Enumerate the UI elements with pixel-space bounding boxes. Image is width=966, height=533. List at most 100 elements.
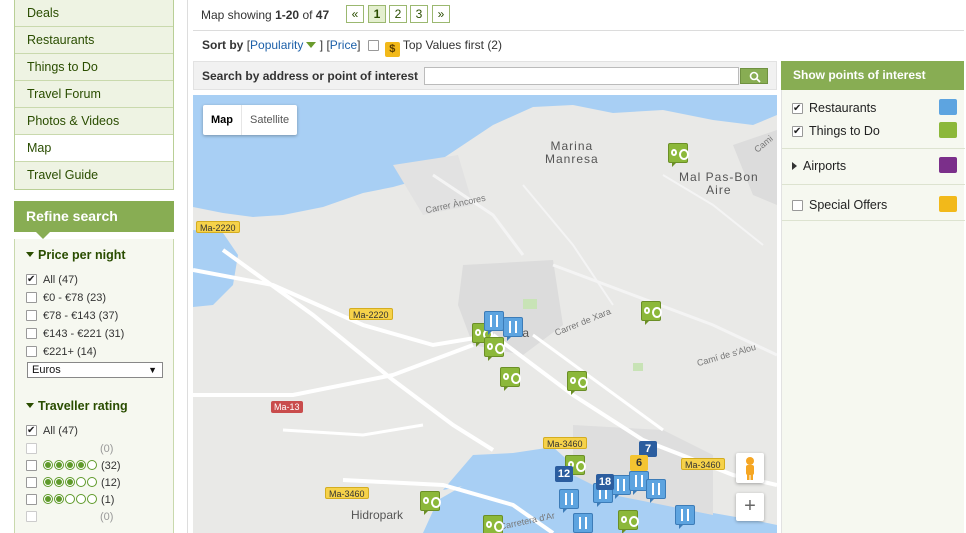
road-tag: Ma-3460 bbox=[325, 487, 369, 499]
dropdown-caret-icon: ▼ bbox=[148, 365, 157, 375]
things-to-do-marker[interactable] bbox=[500, 367, 521, 391]
restaurant-marker[interactable] bbox=[646, 479, 666, 503]
restaurant-icon bbox=[939, 99, 957, 115]
map-showing-text: Map showing 1-20 of 47 bbox=[201, 8, 330, 22]
checkbox bbox=[26, 443, 37, 454]
price-option-all[interactable]: All (47) bbox=[26, 272, 78, 288]
pager-first-button[interactable]: « bbox=[346, 5, 364, 23]
rating-bubbles-icon bbox=[43, 476, 98, 492]
dollar-icon: $ bbox=[384, 42, 400, 57]
price-filter-title[interactable]: Price per night bbox=[26, 248, 126, 262]
left-nav: Deals Restaurants Things to Do Travel Fo… bbox=[14, 0, 174, 190]
binoculars-icon bbox=[939, 122, 957, 138]
road-tag: Ma-3460 bbox=[543, 437, 587, 449]
nav-item-things-to-do[interactable]: Things to Do bbox=[15, 54, 173, 81]
map-type-switch: Map Satellite bbox=[203, 105, 298, 135]
price-option-2[interactable]: €78 - €143 (37) bbox=[26, 308, 118, 324]
things-to-do-marker[interactable] bbox=[420, 491, 441, 515]
checkbox bbox=[26, 511, 37, 522]
poi-things-to-do[interactable]: Things to Do bbox=[792, 122, 957, 140]
rating-option-2[interactable]: (1) bbox=[26, 492, 114, 508]
pager-next-button[interactable]: » bbox=[432, 5, 450, 23]
search-label: Search by address or point of interest bbox=[202, 69, 419, 83]
map-type-map-button[interactable]: Map bbox=[203, 105, 242, 135]
checkbox[interactable] bbox=[26, 272, 37, 288]
nav-item-restaurants[interactable]: Restaurants bbox=[15, 27, 173, 54]
street-view-pegman-icon[interactable] bbox=[736, 453, 764, 483]
nav-item-deals[interactable]: Deals bbox=[15, 0, 173, 27]
map-type-satellite-button[interactable]: Satellite bbox=[242, 105, 297, 135]
road-tag: Ma-3460 bbox=[681, 458, 725, 470]
things-to-do-marker[interactable] bbox=[641, 301, 662, 325]
pager-page-2[interactable]: 2 bbox=[389, 5, 407, 23]
map-search-bar: Search by address or point of interest bbox=[193, 61, 777, 90]
zoom-in-button[interactable]: + bbox=[736, 493, 764, 521]
checkbox[interactable] bbox=[26, 423, 37, 439]
things-to-do-marker[interactable] bbox=[484, 337, 505, 361]
search-input[interactable] bbox=[424, 67, 739, 85]
pager-page-1[interactable]: 1 bbox=[368, 5, 386, 23]
pager-page-3[interactable]: 3 bbox=[410, 5, 428, 23]
restaurant-marker[interactable] bbox=[484, 311, 504, 335]
refine-search-header: Refine search bbox=[14, 201, 174, 232]
nav-item-photos-videos[interactable]: Photos & Videos bbox=[15, 108, 173, 135]
checkbox[interactable] bbox=[26, 477, 37, 488]
things-to-do-marker[interactable] bbox=[567, 371, 588, 395]
nav-item-map[interactable]: Map bbox=[15, 135, 173, 162]
sort-desc-icon bbox=[306, 42, 317, 48]
divider bbox=[782, 148, 965, 149]
restaurant-marker[interactable] bbox=[611, 475, 631, 499]
currency-select[interactable]: Euros ▼ bbox=[27, 362, 163, 378]
sort-bar: Sort by [Popularity ] [Price] $ Top Value… bbox=[202, 38, 502, 57]
things-to-do-marker[interactable] bbox=[618, 510, 639, 533]
restaurant-marker[interactable] bbox=[503, 317, 523, 341]
price-option-3[interactable]: €143 - €221 (31) bbox=[26, 326, 124, 342]
poi-restaurants[interactable]: Restaurants bbox=[792, 99, 957, 117]
checkbox[interactable] bbox=[26, 346, 37, 357]
refine-pointer bbox=[36, 232, 50, 239]
map-canvas[interactable]: Map Satellite Marina Manresa Mal Pas-Bon… bbox=[193, 95, 777, 533]
restaurant-marker[interactable] bbox=[573, 513, 593, 533]
things-to-do-marker[interactable] bbox=[483, 515, 504, 533]
hotel-marker[interactable]: 12 bbox=[555, 466, 573, 482]
sort-popularity-link[interactable]: Popularity bbox=[250, 38, 303, 52]
hotel-marker[interactable]: 18 bbox=[596, 474, 614, 490]
divider bbox=[782, 184, 965, 185]
restaurant-marker[interactable] bbox=[559, 489, 579, 513]
checkbox[interactable] bbox=[792, 200, 803, 211]
price-option-4[interactable]: €221+ (14) bbox=[26, 344, 97, 360]
rating-filter-title[interactable]: Traveller rating bbox=[26, 399, 128, 413]
collapse-triangle-icon bbox=[26, 252, 34, 257]
pegman-icon bbox=[746, 457, 754, 480]
checkbox[interactable] bbox=[26, 292, 37, 303]
price-option-1[interactable]: €0 - €78 (23) bbox=[26, 290, 106, 306]
checkbox[interactable] bbox=[792, 101, 803, 117]
search-button[interactable] bbox=[740, 68, 768, 84]
rating-option-all[interactable]: All (47) bbox=[26, 423, 78, 439]
rating-bubbles-icon bbox=[43, 493, 98, 509]
poi-panel: Restaurants Things to Do Airports Specia… bbox=[781, 90, 965, 533]
nav-item-travel-guide[interactable]: Travel Guide bbox=[15, 162, 173, 189]
search-icon bbox=[749, 71, 761, 83]
place-label-marina-manresa: Marina Manresa bbox=[545, 139, 599, 166]
checkbox[interactable] bbox=[26, 460, 37, 471]
checkbox[interactable] bbox=[26, 310, 37, 321]
nav-item-travel-forum[interactable]: Travel Forum bbox=[15, 81, 173, 108]
hotel-marker[interactable]: 6 bbox=[630, 455, 648, 471]
checkbox[interactable] bbox=[792, 124, 803, 140]
top-values-checkbox[interactable] bbox=[367, 40, 379, 51]
rating-option-3[interactable]: (12) bbox=[26, 475, 121, 491]
rating-bubbles-icon bbox=[43, 459, 98, 475]
rating-option-5: (0) bbox=[26, 441, 113, 457]
poi-airports[interactable]: Airports bbox=[792, 157, 957, 174]
sort-price-link[interactable]: Price bbox=[330, 38, 357, 52]
checkbox[interactable] bbox=[26, 328, 37, 339]
poi-special-offers[interactable]: Special Offers bbox=[792, 196, 957, 213]
collapse-triangle-icon bbox=[26, 403, 34, 408]
restaurant-marker[interactable] bbox=[675, 505, 695, 529]
checkbox[interactable] bbox=[26, 494, 37, 505]
things-to-do-marker[interactable] bbox=[668, 143, 689, 167]
rating-option-4[interactable]: (32) bbox=[26, 458, 121, 474]
divider bbox=[782, 220, 965, 221]
road-tag: Ma-2220 bbox=[349, 308, 393, 320]
